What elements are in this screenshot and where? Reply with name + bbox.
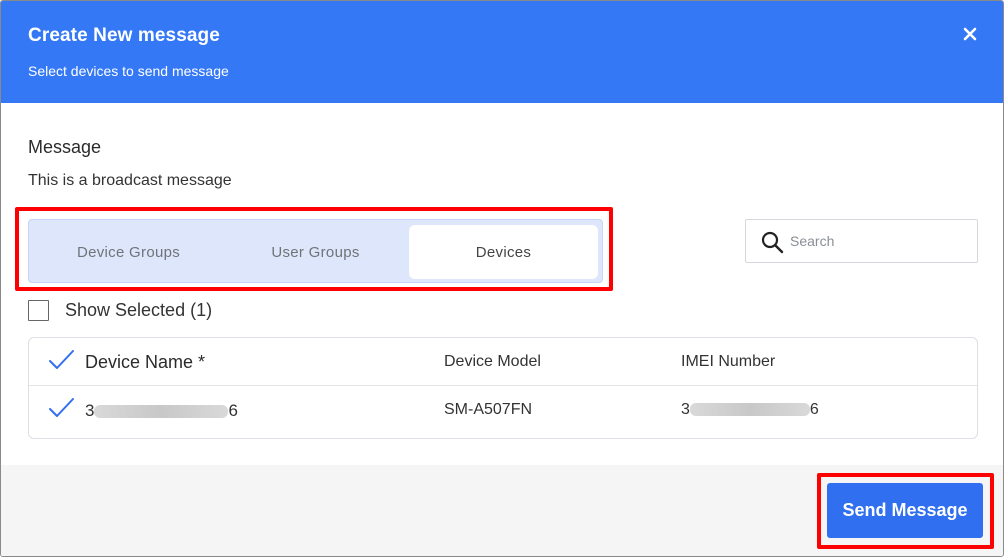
dialog-subtitle: Select devices to send message <box>28 63 229 79</box>
column-header-imei: IMEI Number <box>681 353 776 370</box>
device-model-cell: SM-A507FN <box>444 401 533 418</box>
device-name-prefix: 3 <box>85 401 95 420</box>
tabs-highlight-box <box>15 207 613 291</box>
dialog-title: Create New message <box>28 25 220 46</box>
device-name-cell: 36 <box>85 401 238 421</box>
redacted-device-name <box>94 405 229 419</box>
search-box <box>745 219 978 263</box>
show-selected-label: Show Selected (1) <box>65 299 213 320</box>
send-highlight-box <box>817 473 994 549</box>
dialog-header: Create New message Select devices to sen… <box>1 1 1003 103</box>
row-check-icon[interactable] <box>47 396 75 420</box>
close-button[interactable] <box>957 21 983 47</box>
device-name-suffix: 6 <box>228 401 238 420</box>
search-icon <box>761 231 784 254</box>
create-message-dialog: Create New message Select devices to sen… <box>0 0 1004 557</box>
column-header-device-model: Device Model <box>444 353 541 370</box>
select-all-check-icon[interactable] <box>47 348 75 372</box>
imei-suffix: 6 <box>809 401 819 418</box>
close-icon <box>963 27 977 41</box>
show-selected-toggle[interactable]: Show Selected (1) <box>28 299 212 321</box>
search-input[interactable] <box>790 228 970 254</box>
message-text: This is a broadcast message <box>28 172 232 189</box>
show-selected-checkbox[interactable] <box>28 299 49 321</box>
devices-table: Device Name * Device Model IMEI Number 3… <box>28 337 978 439</box>
message-label: Message <box>28 137 102 157</box>
imei-cell: 36 <box>681 401 819 419</box>
imei-prefix: 3 <box>681 401 690 418</box>
column-header-device-name: Device Name * <box>85 352 206 372</box>
table-divider <box>29 385 977 386</box>
redacted-imei <box>689 403 810 417</box>
